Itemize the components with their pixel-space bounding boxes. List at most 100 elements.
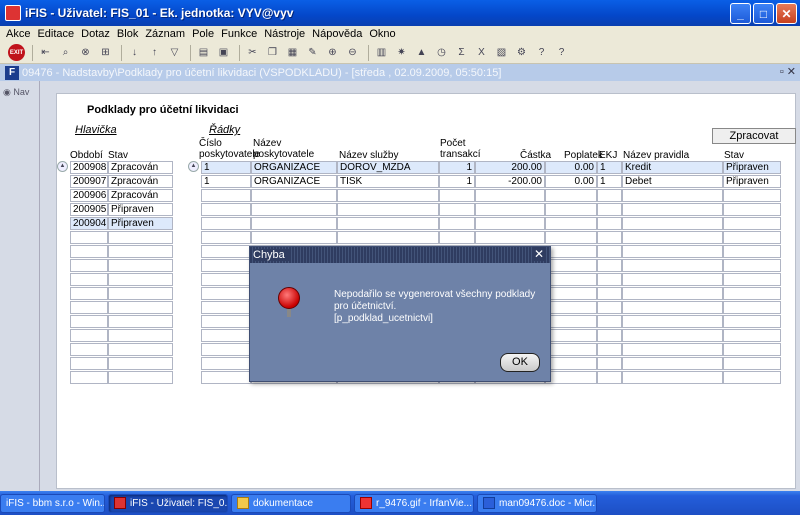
status-cell[interactable]: Připraven	[108, 203, 173, 216]
menu-editace[interactable]: Editace	[37, 28, 74, 40]
empty-cell[interactable]	[475, 231, 545, 244]
triangle-icon[interactable]: ▲	[413, 44, 430, 61]
execute-query-icon[interactable]: ⌕	[57, 44, 74, 61]
empty-cell[interactable]	[70, 371, 108, 384]
empty-cell[interactable]	[622, 329, 723, 342]
line-cell-stav[interactable]: Připraven	[723, 161, 781, 174]
sigma-icon[interactable]: Σ	[453, 44, 470, 61]
taskbar-item[interactable]: iFIS - bbm s.r.o - Win...	[0, 493, 105, 513]
empty-cell[interactable]	[70, 259, 108, 272]
empty-cell[interactable]	[108, 259, 173, 272]
empty-cell[interactable]	[475, 189, 545, 202]
line-cell-nazev[interactable]: ORGANIZACE	[251, 175, 337, 188]
empty-cell[interactable]	[108, 343, 173, 356]
line-cell-pocet[interactable]: 1	[439, 161, 475, 174]
gear-icon[interactable]: ⚙	[513, 44, 530, 61]
menu-pole[interactable]: Pole	[192, 28, 214, 40]
empty-cell[interactable]	[597, 217, 622, 230]
empty-cell[interactable]	[622, 259, 723, 272]
sort-asc-icon[interactable]: ↓	[126, 44, 143, 61]
empty-cell[interactable]	[622, 343, 723, 356]
help-icon[interactable]: ?	[533, 44, 550, 61]
line-cell-poplatek[interactable]: 0.00	[545, 175, 597, 188]
nav-button[interactable]: ◉ Nav	[3, 87, 36, 98]
empty-cell[interactable]	[597, 231, 622, 244]
empty-cell[interactable]	[622, 357, 723, 370]
empty-cell[interactable]	[201, 259, 251, 272]
empty-cell[interactable]	[597, 371, 622, 384]
empty-cell[interactable]	[201, 245, 251, 258]
lines-scroll-up-icon[interactable]: ▲	[188, 161, 199, 172]
insert-record-icon[interactable]: ⊕	[324, 44, 341, 61]
empty-cell[interactable]	[201, 329, 251, 342]
line-cell-pravidlo[interactable]: Debet	[622, 175, 723, 188]
empty-cell[interactable]	[597, 315, 622, 328]
empty-cell[interactable]	[545, 189, 597, 202]
empty-cell[interactable]	[201, 273, 251, 286]
empty-cell[interactable]	[70, 329, 108, 342]
empty-cell[interactable]	[723, 189, 781, 202]
empty-cell[interactable]	[622, 203, 723, 216]
empty-cell[interactable]	[622, 231, 723, 244]
line-cell-poplatek[interactable]: 0.00	[545, 161, 597, 174]
taskbar-item[interactable]: dokumentace	[231, 493, 351, 513]
period-cell[interactable]: 200908	[70, 161, 108, 174]
empty-cell[interactable]	[723, 315, 781, 328]
empty-cell[interactable]	[439, 231, 475, 244]
empty-cell[interactable]	[723, 287, 781, 300]
menu-okno[interactable]: Okno	[369, 28, 395, 40]
empty-cell[interactable]	[108, 371, 173, 384]
empty-cell[interactable]	[723, 273, 781, 286]
empty-cell[interactable]	[622, 287, 723, 300]
empty-cell[interactable]	[251, 217, 337, 230]
empty-cell[interactable]	[545, 231, 597, 244]
empty-cell[interactable]	[622, 371, 723, 384]
print-icon[interactable]: ▤	[195, 44, 212, 61]
image-icon[interactable]: ▧	[493, 44, 510, 61]
empty-cell[interactable]	[545, 301, 597, 314]
line-cell-castka[interactable]: 200.00	[475, 161, 545, 174]
empty-cell[interactable]	[201, 343, 251, 356]
empty-cell[interactable]	[475, 217, 545, 230]
empty-cell[interactable]	[108, 245, 173, 258]
empty-cell[interactable]	[108, 315, 173, 328]
status-cell[interactable]: Zpracován	[108, 175, 173, 188]
empty-cell[interactable]	[723, 245, 781, 258]
dialog-close-icon[interactable]: ✕	[531, 247, 546, 261]
process-button[interactable]: Zpracovat	[712, 128, 796, 144]
menu-zaznam[interactable]: Záznam	[145, 28, 185, 40]
menu-nastroje[interactable]: Nástroje	[264, 28, 305, 40]
line-cell-nazev[interactable]: ORGANIZACE	[251, 161, 337, 174]
empty-cell[interactable]	[622, 189, 723, 202]
menu-funkce[interactable]: Funkce	[221, 28, 257, 40]
taskbar-item[interactable]: r_9476.gif - IrfanVie...	[354, 493, 474, 513]
empty-cell[interactable]	[475, 203, 545, 216]
empty-cell[interactable]	[597, 287, 622, 300]
empty-cell[interactable]	[622, 301, 723, 314]
empty-cell[interactable]	[545, 203, 597, 216]
status-cell[interactable]: Zpracován	[108, 189, 173, 202]
empty-cell[interactable]	[597, 357, 622, 370]
empty-cell[interactable]	[597, 273, 622, 286]
empty-cell[interactable]	[597, 259, 622, 272]
empty-cell[interactable]	[545, 357, 597, 370]
menu-blok[interactable]: Blok	[117, 28, 138, 40]
empty-cell[interactable]	[70, 231, 108, 244]
empty-cell[interactable]	[70, 343, 108, 356]
empty-cell[interactable]	[723, 203, 781, 216]
menu-akce[interactable]: Akce	[6, 28, 30, 40]
count-query-icon[interactable]: ⊞	[97, 44, 114, 61]
empty-cell[interactable]	[70, 315, 108, 328]
line-cell-castka[interactable]: -200.00	[475, 175, 545, 188]
empty-cell[interactable]	[545, 287, 597, 300]
empty-cell[interactable]	[597, 189, 622, 202]
period-cell[interactable]: 200906	[70, 189, 108, 202]
paste-icon[interactable]: ▦	[284, 44, 301, 61]
ok-button[interactable]: OK	[500, 353, 540, 372]
enter-query-icon[interactable]: ⇤	[37, 44, 54, 61]
taskbar-item[interactable]: iFIS - Uživatel: FIS_0...	[108, 493, 228, 513]
minimize-button[interactable]: _	[730, 3, 751, 24]
save-icon[interactable]: ▣	[215, 44, 232, 61]
empty-cell[interactable]	[597, 203, 622, 216]
empty-cell[interactable]	[723, 301, 781, 314]
